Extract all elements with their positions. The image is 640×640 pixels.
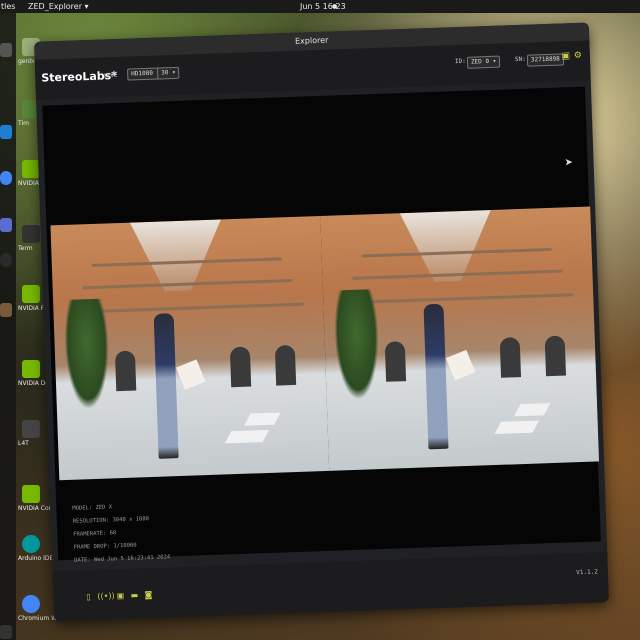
snapshot-icon[interactable]: ◙ (143, 590, 153, 600)
floor-tile (224, 429, 270, 444)
folder-icon[interactable]: ▯ (83, 592, 93, 602)
activities-button[interactable]: tles (1, 0, 15, 13)
video-viewer: ➤ (42, 86, 601, 561)
zed-explorer-window: Explorer StereoLabs* LIVE HD1080 ▾ 30 ▾ … (34, 22, 609, 622)
record-icon[interactable]: ▣ (115, 591, 125, 601)
serial-number-label: SN: (514, 55, 526, 64)
file-icon (22, 420, 40, 438)
nvidia-icon (22, 285, 40, 303)
balcony-line (343, 293, 574, 305)
floor-tile (244, 412, 281, 426)
floor-tile (494, 420, 540, 435)
left-camera-image (50, 215, 330, 481)
camera-icon[interactable]: ▣ (561, 51, 571, 61)
obs-icon[interactable] (0, 253, 12, 267)
camera-settings-icon[interactable]: ▬ (129, 591, 139, 601)
stream-icon[interactable]: ((•)) (97, 591, 115, 602)
fps-select[interactable]: 30 ▾ (157, 66, 180, 80)
top-bar: tles ZED_Explorer ▾ Jun 5 16:23 ● (0, 0, 640, 13)
notification-dot: ● (332, 3, 338, 10)
serial-number-field: 32718898 (526, 53, 565, 67)
held-sign (445, 349, 476, 381)
chromium-icon (22, 595, 40, 613)
floor-tile (513, 403, 551, 417)
arch (274, 344, 297, 386)
camera-id-label: ID: (454, 57, 466, 66)
arch (544, 335, 567, 377)
arch (499, 337, 522, 378)
right-camera-image (320, 206, 600, 471)
arch (229, 346, 252, 388)
plant (332, 289, 381, 401)
nvidia-icon (22, 485, 40, 503)
chromium-icon[interactable] (0, 171, 12, 185)
version-label: V1.1.2 (576, 568, 599, 577)
files-icon[interactable] (0, 303, 12, 317)
arch (114, 350, 137, 392)
arduino-icon (22, 535, 40, 553)
window-title: Explorer (294, 35, 329, 46)
app-grid-icon[interactable] (0, 625, 12, 639)
arch (384, 341, 407, 382)
clock[interactable]: Jun 5 16:23 (300, 0, 346, 13)
live-mode-label: LIVE (103, 71, 118, 80)
held-sign (176, 359, 206, 390)
nvidia-icon (22, 360, 40, 378)
balcony-line (73, 302, 304, 314)
date-info: DATE: Wed Jun 5 16:23:41 2024 (74, 554, 171, 564)
dock (0, 13, 16, 640)
person (423, 303, 449, 450)
stereo-video-feed (50, 206, 600, 481)
terminal-icon[interactable] (0, 218, 12, 232)
plant (63, 298, 111, 410)
camera-info: MODEL: ZED X RESOLUTION: 3840 x 1080 FRA… (72, 499, 170, 567)
person (153, 313, 179, 459)
gear-icon[interactable]: ⚙ (573, 51, 583, 61)
terminal-icon (22, 225, 40, 243)
app-menu[interactable]: ZED_Explorer ▾ (28, 0, 89, 13)
vscode-icon[interactable] (0, 125, 12, 139)
mouse-cursor-icon: ➤ (564, 157, 574, 169)
dock-app-icon[interactable] (0, 43, 12, 57)
camera-id-select[interactable]: ZED 0 ▾ (466, 55, 501, 69)
